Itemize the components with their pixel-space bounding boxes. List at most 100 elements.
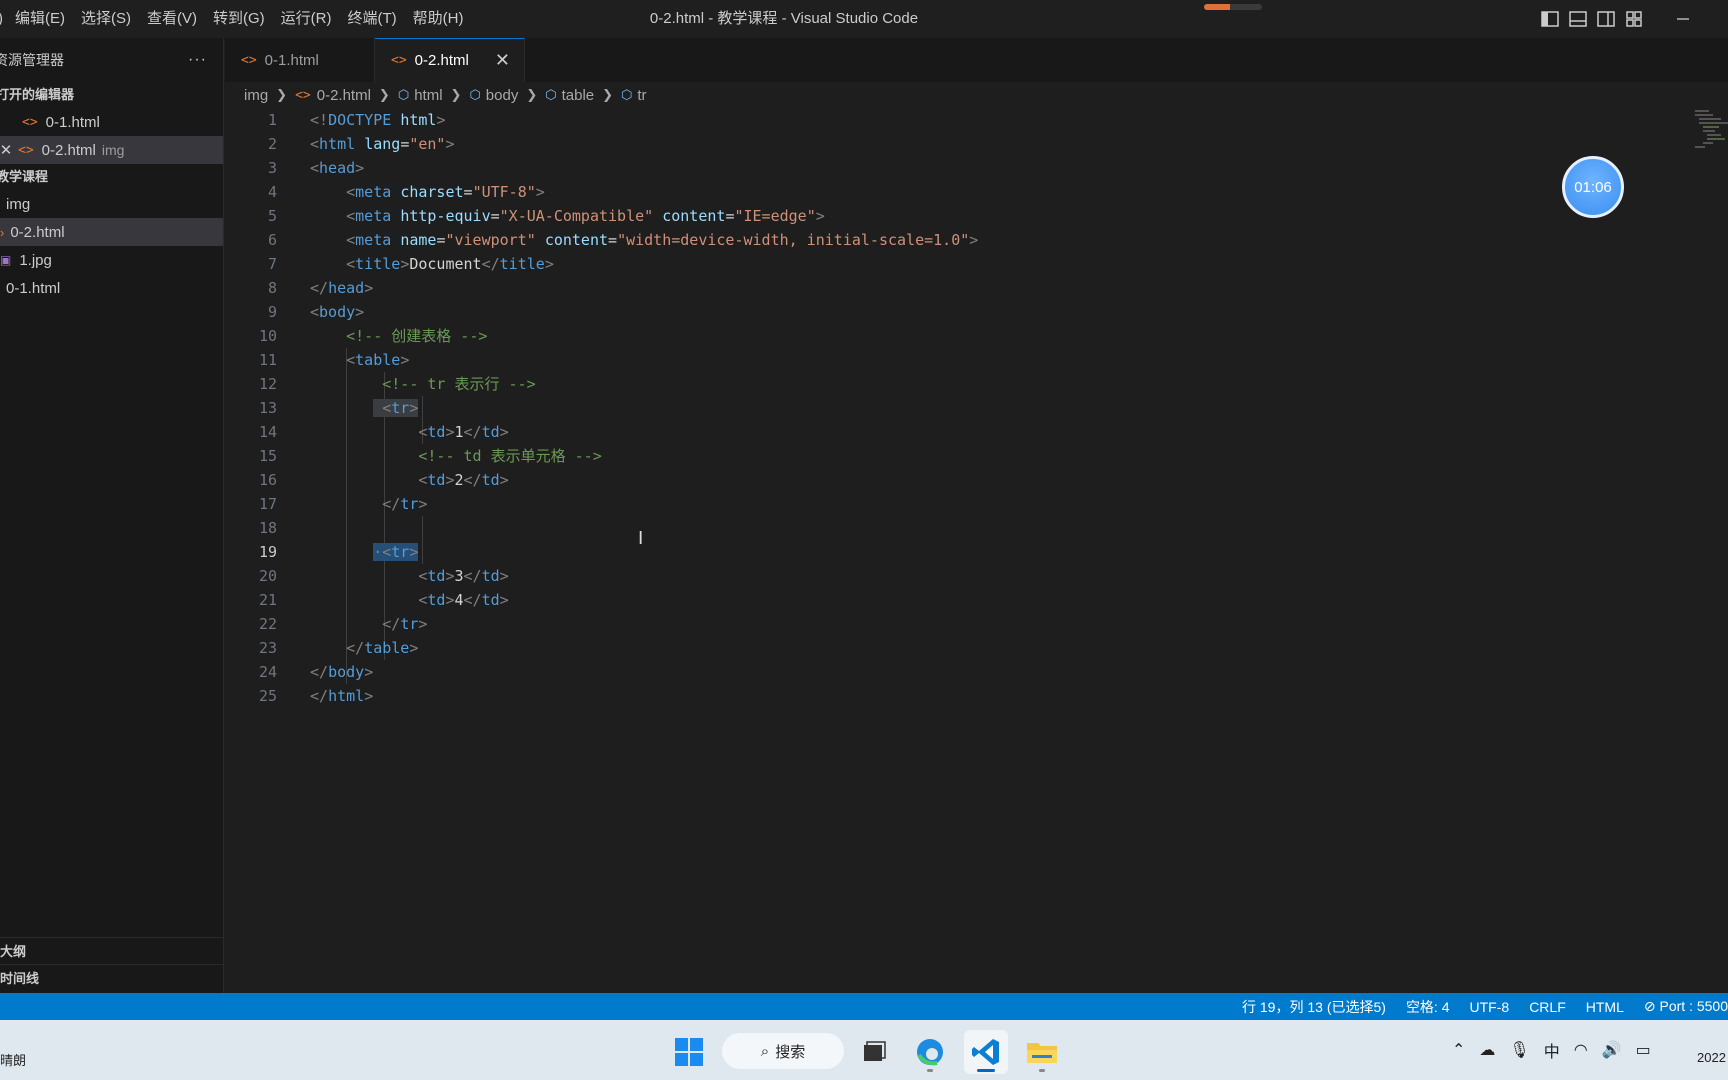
explorer-more-icon[interactable]: ··· <box>188 51 207 69</box>
breadcrumb-item[interactable]: tr <box>637 87 646 104</box>
code-line: 4 <meta charset="UTF-8"> <box>267 183 545 201</box>
menu-item-view[interactable]: 查看(V) <box>139 0 205 38</box>
running-indicator <box>977 1069 995 1072</box>
wifi-icon[interactable]: ◠ <box>1574 1040 1588 1060</box>
tab-0-2-html[interactable]: <> 0-2.html ✕ <box>375 38 525 82</box>
tree-item-file-active[interactable]: › 0-2.html <box>0 218 223 246</box>
battery-icon[interactable]: ▭ <box>1636 1040 1651 1060</box>
menu-item-help[interactable]: 帮助(H) <box>405 0 472 38</box>
menu-item-terminal[interactable]: 终端(T) <box>340 0 405 38</box>
code-line: 8 </head> <box>267 279 374 297</box>
code-line: 23 </table> <box>258 639 419 657</box>
html-file-icon: <> <box>241 52 257 68</box>
minimap[interactable] <box>1695 108 1728 160</box>
status-live-server[interactable]: ⊘ Port : 5500 <box>1634 998 1728 1015</box>
tab-label: 0-2.html <box>414 52 469 69</box>
menu-item-goto[interactable]: 转到(G) <box>205 0 273 38</box>
project-folder-header[interactable]: 教学课程 <box>0 164 223 190</box>
file-explorer-button[interactable] <box>1020 1030 1064 1074</box>
clock[interactable]: 2022 <box>1697 1050 1726 1065</box>
code-line: 5 <meta http-equiv="X-UA-Compatible" con… <box>267 207 825 225</box>
tree-item-folder[interactable]: img <box>0 190 223 218</box>
menu-item-edit[interactable]: 编辑(E) <box>7 0 73 38</box>
code-line: 7 <title>Document</title> <box>267 255 554 273</box>
open-editor-item-active[interactable]: ✕ <> 0-2.html img <box>0 136 223 164</box>
chevron-right-icon: ❯ <box>276 87 288 102</box>
code-line: 2 <html lang="en"> <box>267 135 455 153</box>
volume-icon[interactable]: 🔊 <box>1602 1040 1622 1060</box>
toggle-primary-sidebar-icon[interactable] <box>1540 9 1560 29</box>
taskbar-search[interactable]: ⌕ 搜索 <box>722 1033 844 1069</box>
task-view-button[interactable] <box>852 1030 896 1074</box>
onedrive-icon[interactable]: ☁ <box>1479 1040 1495 1060</box>
status-indentation[interactable]: 空格: 4 <box>1396 997 1460 1017</box>
toggle-secondary-sidebar-icon[interactable] <box>1596 9 1616 29</box>
code-line: 18 <box>258 519 277 537</box>
running-indicator <box>927 1069 933 1072</box>
minimize-icon[interactable] <box>1672 8 1694 30</box>
toggle-panel-icon[interactable] <box>1568 9 1588 29</box>
code-line: 15 <!-- td 表示单元格 --> <box>258 447 602 465</box>
mouse-ibeam-cursor-icon: I <box>638 528 644 549</box>
folder-icon <box>1027 1043 1057 1063</box>
code-line: 21 <td>4</td> <box>258 591 509 609</box>
menu-item-select[interactable]: 选择(S) <box>73 0 139 38</box>
recording-timer[interactable]: 01:06 <box>1562 156 1624 218</box>
html-file-icon: <> <box>391 53 407 68</box>
status-encoding[interactable]: UTF-8 <box>1460 999 1520 1015</box>
layout-controls <box>1540 9 1644 29</box>
tree-item-file[interactable]: ▣ 1.jpg <box>0 246 223 274</box>
timeline-section[interactable]: 时间线 <box>0 964 224 991</box>
code-line: 24 </body> <box>258 663 374 681</box>
menu-item-file-fragment[interactable]: ) <box>0 0 7 38</box>
chevron-right-icon: › <box>0 224 5 240</box>
explorer-title: 资源管理器 <box>0 52 64 68</box>
code-line-current: 19 ·<tr> <box>258 543 419 561</box>
html-file-icon: <> <box>18 142 34 158</box>
vscode-button[interactable] <box>964 1030 1008 1074</box>
html-file-icon: <> <box>22 114 38 130</box>
microphone-icon[interactable]: 🎙 <box>1509 1040 1529 1060</box>
explorer-sidebar: 资源管理器 ··· 打开的编辑器 <> 0-1.html ✕ <> 0-2.ht… <box>0 38 224 993</box>
code-line: 22 </tr> <box>258 615 428 633</box>
status-cursor-position[interactable]: 行 19，列 13 (已选择5) <box>1232 997 1396 1017</box>
breadcrumb: img ❯ <> 0-2.html ❯ ⬡ html ❯ ⬡ body ❯ ⬡ … <box>244 82 647 108</box>
tree-item-file[interactable]: 0-1.html <box>0 274 223 302</box>
open-editor-folder: img <box>101 142 125 158</box>
ime-indicator[interactable]: 中 <box>1544 1038 1560 1062</box>
outline-section[interactable]: 大纲 <box>0 937 224 964</box>
tree-item-label: img <box>6 195 31 213</box>
breadcrumb-item[interactable]: html <box>414 87 442 104</box>
tab-0-1-html[interactable]: <> 0-1.html <box>225 38 375 82</box>
menu-item-run[interactable]: 运行(R) <box>273 0 340 38</box>
customize-layout-icon[interactable] <box>1624 9 1644 29</box>
code-line: 16 <td>2</td> <box>258 471 509 489</box>
breadcrumb-item[interactable]: table <box>562 87 595 104</box>
code-line: 17 </tr> <box>258 495 428 513</box>
symbol-element-icon: ⬡ <box>621 87 633 102</box>
edge-browser-button[interactable] <box>908 1030 952 1074</box>
open-editor-item[interactable]: <> 0-1.html <box>0 108 223 136</box>
weather-widget[interactable]: 晴朗 <box>0 1050 26 1069</box>
chevron-right-icon: ❯ <box>450 87 462 102</box>
open-editor-label: 0-1.html <box>45 113 100 131</box>
breadcrumb-item[interactable]: img <box>244 87 268 104</box>
symbol-element-icon: ⬡ <box>545 87 557 102</box>
chevron-right-icon: ❯ <box>526 87 538 102</box>
breadcrumb-item[interactable]: 0-2.html <box>317 87 371 104</box>
close-editor-icon[interactable]: ✕ <box>0 141 16 159</box>
breadcrumb-item[interactable]: body <box>486 87 519 104</box>
search-label: 搜索 <box>775 1043 806 1061</box>
edge-icon <box>917 1039 943 1066</box>
close-tab-icon[interactable]: ✕ <box>495 50 510 71</box>
chevron-up-icon[interactable]: ⌃ <box>1452 1040 1465 1060</box>
tree-item-label: 0-1.html <box>6 279 61 297</box>
tree-item-label: 0-2.html <box>10 223 65 241</box>
windows-taskbar: 晴朗 ⌕ 搜索 ⌃ ☁ 🎙 中 ◠ 🔊 ▭ 2022 <box>0 1020 1728 1080</box>
code-editor[interactable]: 1 <!DOCTYPE html> 2 <html lang="en"> 3 <hea… <box>225 108 1685 988</box>
windows-start-icon[interactable] <box>674 1037 704 1067</box>
status-language[interactable]: HTML <box>1576 999 1634 1015</box>
no-entry-icon: ⊘ <box>1643 998 1660 1014</box>
status-eol[interactable]: CRLF <box>1519 999 1576 1015</box>
open-editors-header[interactable]: 打开的编辑器 <box>0 82 223 108</box>
